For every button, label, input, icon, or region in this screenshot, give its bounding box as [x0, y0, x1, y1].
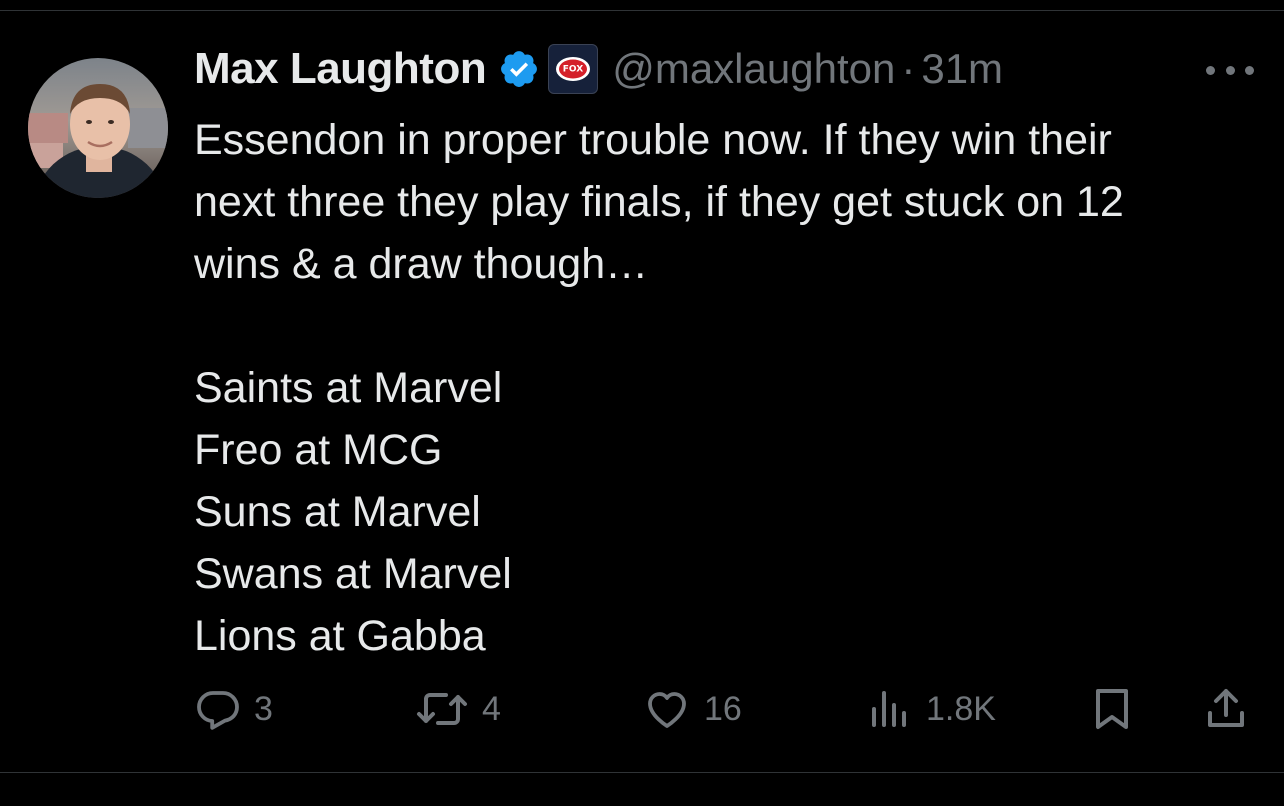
fixture-item: Suns at Marvel	[194, 488, 481, 536]
timestamp[interactable]: 31m	[921, 45, 1003, 93]
avatar[interactable]	[28, 58, 168, 198]
tweet[interactable]: Max Laughton FOX @maxlaughton · 31m Esse…	[0, 11, 1284, 772]
author-name[interactable]: Max Laughton	[194, 44, 487, 94]
fixture-list: Saints at Marvel Freo at MCG Suns at Mar…	[194, 357, 512, 667]
views-count: 1.8K	[926, 689, 996, 728]
separator-dot: ·	[901, 45, 916, 92]
tweet-text: Essendon in proper trouble now. If they …	[194, 116, 1124, 288]
share-icon	[1208, 689, 1244, 727]
fixture-item: Freo at MCG	[194, 426, 443, 474]
heart-icon	[648, 692, 686, 728]
views-button[interactable]: 1.8K	[866, 681, 996, 737]
share-button[interactable]	[1202, 681, 1250, 737]
action-bar: 3 4 16 1.8K	[0, 681, 1284, 737]
reply-button[interactable]: 3	[194, 681, 273, 737]
bottom-divider	[0, 772, 1284, 773]
reply-count: 3	[254, 689, 273, 728]
fixture-item: Swans at Marvel	[194, 550, 512, 598]
fixture-item: Saints at Marvel	[194, 364, 503, 412]
more-options-icon[interactable]	[1206, 63, 1254, 77]
bookmark-icon	[1096, 689, 1128, 729]
verified-badge-icon[interactable]	[498, 48, 540, 90]
reply-icon	[197, 691, 239, 730]
like-button[interactable]: 16	[642, 681, 742, 737]
repost-icon	[417, 693, 467, 725]
tweet-header: Max Laughton FOX @maxlaughton · 31m	[194, 41, 1003, 97]
affiliation-badge-text: FOX	[563, 65, 583, 75]
author-handle[interactable]: @maxlaughton	[612, 45, 895, 93]
repost-count: 4	[482, 689, 501, 728]
bookmark-button[interactable]	[1088, 681, 1136, 737]
fixture-item: Lions at Gabba	[194, 612, 486, 660]
like-count: 16	[704, 689, 742, 728]
affiliation-badge[interactable]: FOX	[548, 44, 599, 94]
views-icon	[872, 691, 906, 727]
repost-button[interactable]: 4	[414, 681, 501, 737]
